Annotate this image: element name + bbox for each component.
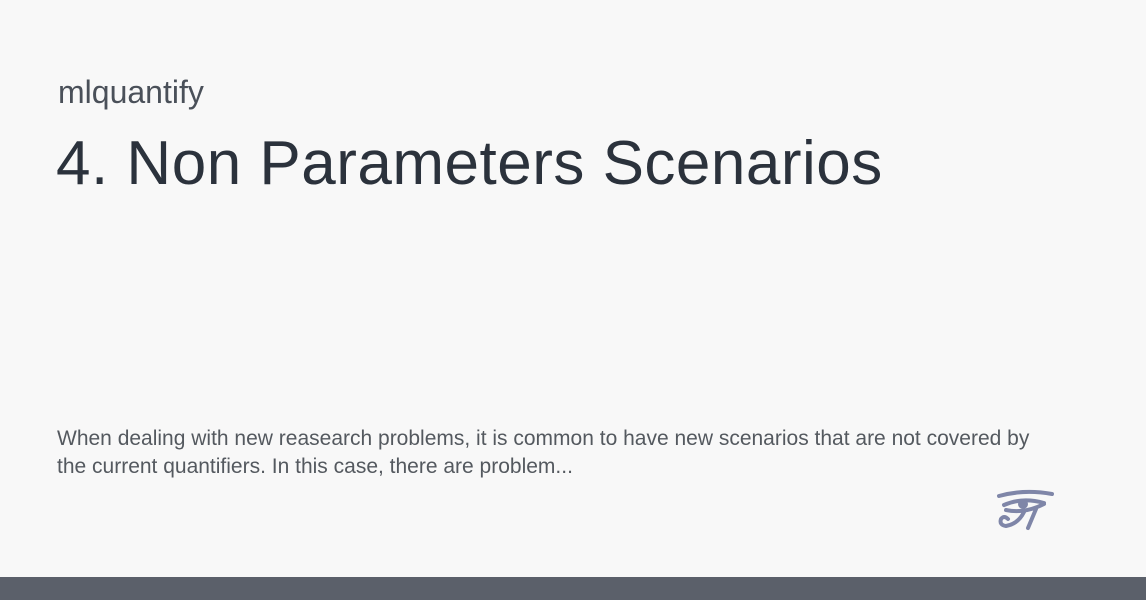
- page-description: When dealing with new reasearch problems…: [57, 427, 1030, 478]
- footer-bar: [0, 577, 1146, 600]
- page-title: 4. Non Parameters Scenarios: [56, 129, 883, 198]
- eye-of-horus-icon: [996, 488, 1056, 534]
- site-name: mlquantify: [58, 74, 204, 110]
